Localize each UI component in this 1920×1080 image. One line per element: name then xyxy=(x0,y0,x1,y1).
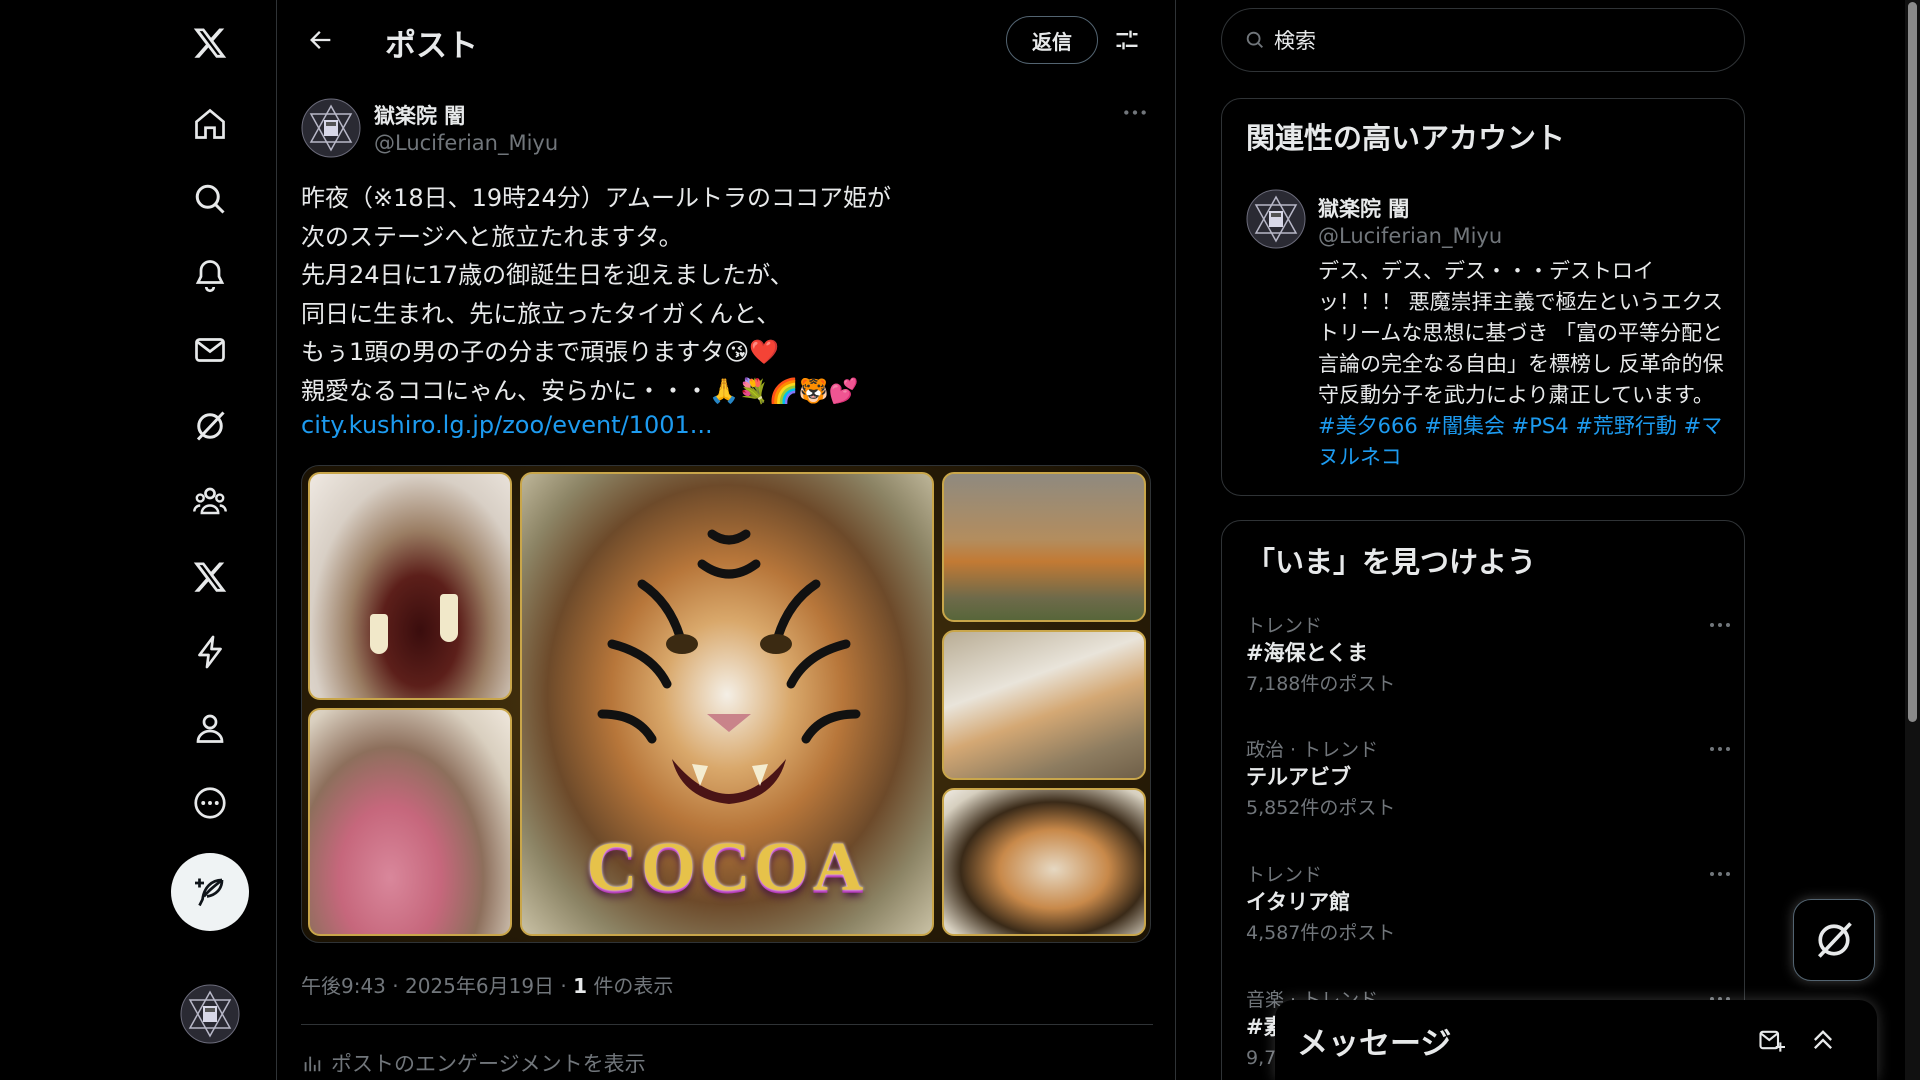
tiger-yawn-photo xyxy=(942,630,1146,780)
search-icon[interactable] xyxy=(172,169,248,229)
more-dots-icon xyxy=(1124,109,1146,115)
x-logo-icon[interactable] xyxy=(172,13,248,73)
home-icon[interactable] xyxy=(172,94,248,154)
tiger-face-photo: COCOA xyxy=(520,472,934,936)
related-accounts-title: 関連性の高いアカウント xyxy=(1246,121,1566,155)
related-account-handle[interactable]: @Luciferian_Miyu xyxy=(1318,224,1502,248)
related-account-name[interactable]: 獄楽院 闇 xyxy=(1318,193,1409,223)
new-message-button[interactable] xyxy=(1751,1020,1791,1060)
trend-count: 7,188件のポスト xyxy=(1246,673,1396,695)
app-root: ポスト 返信 獄楽院 闇 @Luciferian_Miyu 昨夜（※18日、19… xyxy=(0,0,1920,1080)
profile-icon[interactable] xyxy=(172,698,248,758)
trend-count: 4,587件のポスト xyxy=(1246,922,1396,944)
reply-button[interactable]: 返信 xyxy=(1006,16,1098,64)
related-account-avatar[interactable] xyxy=(1246,189,1306,249)
more-dots-icon xyxy=(1710,623,1730,627)
trend-name: #海保とくま xyxy=(1246,641,1368,665)
messages-drawer[interactable]: メッセージ xyxy=(1275,1000,1877,1080)
bar-chart-icon xyxy=(304,1056,321,1072)
post-timestamp[interactable]: 午後9:43 · 2025年6月19日 · xyxy=(301,974,573,998)
image-caption: COCOA xyxy=(586,829,868,906)
premium-icon[interactable] xyxy=(172,547,248,607)
more-dots-icon xyxy=(1710,872,1730,876)
related-account-bio: デス、デス、デス・・・デストロイッ！！！ 悪魔崇拝主義で極左というエクストリーム… xyxy=(1318,256,1728,473)
trend-item[interactable]: トレンド #海保とくま 7,188件のポスト xyxy=(1246,611,1730,697)
related-accounts-card: 関連性の高いアカウント 獄楽院 闇 @Luciferian_Miyu デス、デス… xyxy=(1221,98,1745,496)
post-image[interactable]: COCOA xyxy=(301,465,1151,943)
post-text: 昨夜（※18日、19時24分）アムールトラのココア姫が 次のステージへと旅立たれ… xyxy=(301,184,892,405)
trend-name: テルアビブ xyxy=(1246,765,1351,789)
double-chevron-up-icon xyxy=(1814,1030,1832,1049)
trend-item[interactable]: 政治 · トレンド テルアビブ 5,852件のポスト xyxy=(1246,735,1730,821)
trend-item[interactable]: トレンド イタリア館 4,587件のポスト xyxy=(1246,860,1730,946)
trend-more-button[interactable] xyxy=(1700,739,1740,759)
verified-orgs-icon[interactable] xyxy=(172,622,248,682)
trend-more-button[interactable] xyxy=(1700,864,1740,884)
compose-post-button[interactable] xyxy=(171,853,249,931)
author-avatar[interactable] xyxy=(301,98,361,158)
search-bar[interactable]: 検索 xyxy=(1221,8,1745,72)
back-button[interactable] xyxy=(301,20,341,60)
trends-card: 「いま」を見つけよう トレンド #海保とくま 7,188件のポスト 政治 · ト… xyxy=(1221,520,1745,1080)
sliders-icon xyxy=(1116,30,1138,50)
grok-icon[interactable] xyxy=(172,396,248,456)
post-more-button[interactable] xyxy=(1115,100,1155,124)
trend-count: 5,852件のポスト xyxy=(1246,797,1396,819)
messages-drawer-title: メッセージ xyxy=(1297,1026,1452,1062)
search-input[interactable]: 検索 xyxy=(1274,25,1316,55)
author-name[interactable]: 獄楽院 闇 xyxy=(374,100,465,130)
views-label: 件の表示 xyxy=(587,974,674,998)
page-scrollbar[interactable] xyxy=(1905,0,1920,1080)
left-navigation xyxy=(0,0,276,1080)
post-link[interactable]: city.kushiro.lg.jp/zoo/event/1001... xyxy=(301,411,713,439)
more-dots-icon xyxy=(1710,747,1730,751)
bio-hashtag[interactable]: #美夕666 xyxy=(1318,414,1418,438)
trend-category: トレンド xyxy=(1246,615,1323,637)
grok-icon xyxy=(1818,922,1852,958)
post-meta: 午後9:43 · 2025年6月19日 · 1 件の表示 xyxy=(301,970,673,999)
views-count: 1 xyxy=(573,974,588,998)
main-column: ポスト 返信 獄楽院 闇 @Luciferian_Miyu 昨夜（※18日、19… xyxy=(276,0,1176,1080)
reply-filter-button[interactable] xyxy=(1107,20,1147,60)
page-title: ポスト xyxy=(385,28,478,64)
author-handle[interactable]: @Luciferian_Miyu xyxy=(374,131,558,155)
tiger-mouth-photo xyxy=(308,472,512,700)
account-avatar[interactable] xyxy=(180,984,240,1044)
engagement-label: ポストのエンゲージメントを表示 xyxy=(331,1052,646,1076)
notifications-icon[interactable] xyxy=(172,245,248,305)
tiger-lying-photo xyxy=(942,472,1146,622)
trend-more-button[interactable] xyxy=(1700,615,1740,635)
search-icon xyxy=(1246,31,1263,48)
arrow-left-icon xyxy=(310,31,331,49)
scrollbar-thumb[interactable] xyxy=(1908,2,1917,722)
trends-title: 「いま」を見つけよう xyxy=(1246,545,1537,579)
tiger-tongue-photo xyxy=(308,708,512,936)
bio-hashtag[interactable]: #荒野行動 xyxy=(1575,414,1677,438)
feather-plus-icon xyxy=(195,878,224,907)
grok-floating-button[interactable] xyxy=(1793,899,1875,981)
divider xyxy=(301,1024,1153,1025)
expand-messages-button[interactable] xyxy=(1803,1020,1843,1060)
messages-icon[interactable] xyxy=(172,320,248,380)
new-message-icon xyxy=(1759,1030,1785,1052)
page-header: ポスト 返信 xyxy=(277,0,1177,80)
communities-icon[interactable] xyxy=(172,471,248,531)
trend-name: イタリア館 xyxy=(1246,890,1351,914)
more-icon[interactable] xyxy=(172,773,248,833)
bio-hashtag[interactable]: #PS4 xyxy=(1512,414,1569,438)
trend-category: 政治 · トレンド xyxy=(1246,739,1379,761)
bio-hashtag[interactable]: #闇集会 xyxy=(1424,414,1505,438)
trend-category: トレンド xyxy=(1246,864,1323,886)
view-engagement-link[interactable]: ポストのエンゲージメントを表示 xyxy=(301,1048,646,1078)
bio-text: デス、デス、デス・・・デストロイッ！！！ 悪魔崇拝主義で極左というエクストリーム… xyxy=(1318,259,1724,407)
tiger-roar-photo xyxy=(942,788,1146,936)
